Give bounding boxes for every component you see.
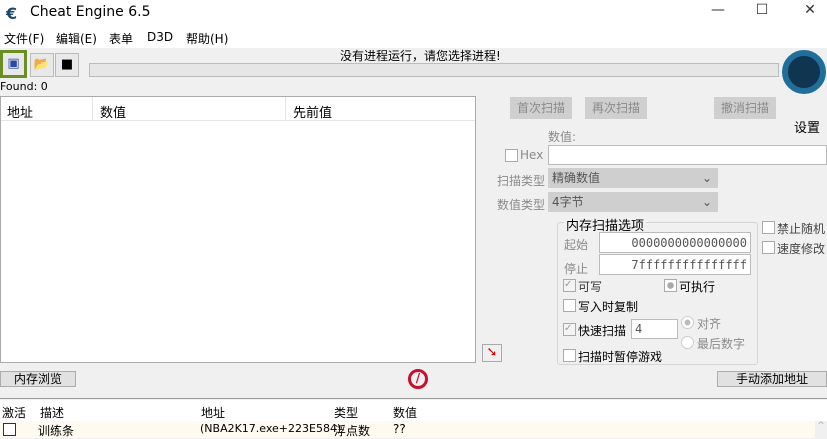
value-input[interactable] <box>548 145 827 165</box>
speedhack-checkbox[interactable] <box>762 241 775 254</box>
scan-type-select[interactable]: 精确数值 ⌄ <box>548 168 718 188</box>
fast-scan-label: 快速扫描 <box>578 324 627 338</box>
table-row[interactable] <box>0 421 815 438</box>
stop-address-input[interactable] <box>599 254 751 275</box>
last-digits-label: 最后数字 <box>697 337 746 351</box>
row-description: 训练条 <box>38 424 75 438</box>
copy-on-write-label: 写入时复制 <box>578 300 639 314</box>
align-label: 对齐 <box>697 317 722 331</box>
found-count: Found: 0 <box>0 80 48 93</box>
col-value[interactable]: 数值 <box>100 102 126 121</box>
align-radio[interactable] <box>681 316 694 329</box>
executable-label: 可执行 <box>679 280 716 294</box>
window-title: Cheat Engine 6.5 <box>30 4 151 20</box>
value-type-label: 数值类型 <box>497 198 546 212</box>
process-status: 没有进程运行，请您选择进程! <box>340 49 501 63</box>
folder-icon: 📂 <box>33 57 51 72</box>
add-address-manually-button[interactable]: 手动添加地址 <box>717 371 827 387</box>
col-value[interactable]: 数值 <box>393 404 417 421</box>
col-address[interactable]: 地址 <box>201 404 225 421</box>
start-label: 起始 <box>564 238 589 252</box>
splitter[interactable] <box>0 396 827 399</box>
minimize-button[interactable]: — <box>703 2 733 22</box>
value-type-select[interactable]: 4字节 ⌄ <box>548 192 718 212</box>
open-file-button[interactable]: 📂 <box>30 53 54 77</box>
hex-label: Hex <box>520 148 544 162</box>
select-process-button[interactable]: ▣ <box>0 50 27 78</box>
col-address[interactable]: 地址 <box>7 102 33 121</box>
hex-checkbox[interactable] <box>505 149 518 162</box>
first-scan-button[interactable]: 首次扫描 <box>510 97 572 119</box>
col-active[interactable]: 激活 <box>2 404 26 421</box>
writable-checkbox[interactable]: ✓ <box>563 279 576 292</box>
no-random-checkbox[interactable] <box>762 221 775 234</box>
scrollbar-up-icon[interactable]: ^ <box>815 421 827 438</box>
value-label: 数值: <box>548 130 577 144</box>
pause-game-checkbox[interactable] <box>563 349 576 362</box>
menu-file[interactable]: 文件(F) <box>4 30 44 47</box>
row-address: (NBA2K17.exe+223E584) <box>200 422 342 435</box>
memory-view-button[interactable]: 内存浏览 <box>0 371 76 387</box>
app-logo-icon: € <box>6 4 18 23</box>
copy-on-write-checkbox[interactable] <box>563 299 576 312</box>
fast-scan-input[interactable] <box>631 319 678 339</box>
chevron-down-icon: ⌄ <box>701 171 712 185</box>
menu-d3d[interactable]: D3D <box>147 30 173 44</box>
floppy-icon: ■ <box>60 57 74 72</box>
stop-icon[interactable]: / <box>408 369 428 389</box>
menu-edit[interactable]: 编辑(E) <box>56 30 97 47</box>
settings-label[interactable]: 设置 <box>794 117 820 136</box>
active-checkbox[interactable] <box>3 423 16 436</box>
progress-bar <box>89 63 779 77</box>
computer-icon: ▣ <box>7 56 20 71</box>
row-type: 浮点数 <box>334 424 371 438</box>
add-to-list-arrow-button[interactable]: ➘ <box>482 344 502 362</box>
start-address-input[interactable] <box>599 232 751 253</box>
pause-game-label: 扫描时暂停游戏 <box>578 350 663 364</box>
no-random-label: 禁止随机 <box>777 222 826 236</box>
maximize-button[interactable]: ☐ <box>747 2 777 22</box>
writable-label: 可写 <box>578 280 603 294</box>
menu-table[interactable]: 表单 <box>109 30 133 47</box>
stop-label: 停止 <box>564 262 589 276</box>
scan-type-label: 扫描类型 <box>497 174 546 188</box>
value-type-value: 4字节 <box>552 195 584 209</box>
save-button[interactable]: ■ <box>55 53 79 77</box>
fast-scan-checkbox[interactable]: ✓ <box>563 323 576 336</box>
last-digits-radio[interactable] <box>681 336 694 349</box>
settings-logo-icon[interactable] <box>782 50 826 94</box>
col-type[interactable]: 类型 <box>334 404 358 421</box>
results-list[interactable]: 地址 数值 先前值 <box>0 96 476 363</box>
undo-scan-button[interactable]: 撤消扫描 <box>714 97 776 119</box>
arrow-icon: ➘ <box>486 345 498 360</box>
close-button[interactable]: ✕ <box>795 2 825 22</box>
row-value: ?? <box>393 422 406 436</box>
col-previous[interactable]: 先前值 <box>293 102 332 121</box>
menu-help[interactable]: 帮助(H) <box>186 30 228 47</box>
chevron-down-icon: ⌄ <box>701 195 712 209</box>
next-scan-button[interactable]: 再次扫描 <box>585 97 647 119</box>
speedhack-label: 速度修改 <box>777 242 826 256</box>
executable-checkbox[interactable] <box>664 279 677 292</box>
col-description[interactable]: 描述 <box>40 404 64 421</box>
scan-type-value: 精确数值 <box>552 171 601 185</box>
